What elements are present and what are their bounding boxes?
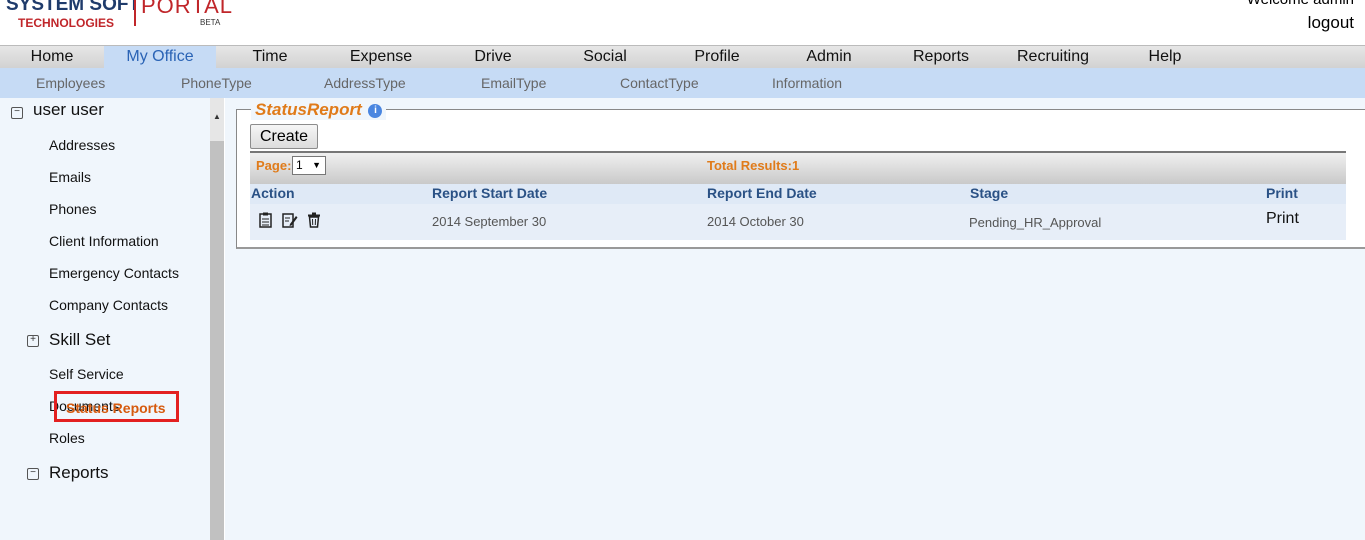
pager-bar: Page: 1 ▼ Total Results:1	[250, 151, 1346, 184]
sidebar-item-company-contacts[interactable]: Company Contacts	[49, 297, 168, 313]
nav-admin[interactable]: Admin	[772, 46, 886, 68]
sidebar-item-self-service[interactable]: Self Service	[49, 366, 124, 382]
col-action: Action	[251, 185, 295, 201]
subnav-emailtype[interactable]: EmailType	[481, 68, 546, 98]
main-nav: Home My Office Time Expense Drive Social…	[0, 45, 1365, 68]
sidebar-item-emergency-contacts[interactable]: Emergency Contacts	[49, 265, 179, 281]
sidebar-item-skill-set[interactable]: Skill Set	[49, 330, 110, 350]
panel-legend: StatusReport i	[251, 100, 387, 120]
sidebar-item-reports[interactable]: Reports	[49, 463, 109, 483]
nav-reports[interactable]: Reports	[886, 46, 996, 68]
nav-drive[interactable]: Drive	[438, 46, 548, 68]
page-label: Page:	[256, 158, 292, 173]
expand-icon[interactable]: +	[27, 335, 39, 347]
table-row: 2014 September 30 2014 October 30 Pendin…	[250, 204, 1346, 240]
sidebar-root-user[interactable]: user user	[33, 100, 104, 120]
total-results: Total Results:1	[707, 158, 800, 173]
info-icon[interactable]: i	[368, 104, 383, 118]
scroll-thumb[interactable]	[210, 141, 224, 540]
subnav-information[interactable]: Information	[772, 68, 842, 98]
sidebar-item-status-reports[interactable]: Status Reports	[66, 400, 166, 416]
nav-social[interactable]: Social	[548, 46, 662, 68]
scroll-up-arrow-icon[interactable]: ▲	[210, 110, 224, 124]
col-print: Print	[1266, 185, 1298, 201]
logout-link[interactable]: logout	[1308, 13, 1354, 33]
col-stage[interactable]: Stage	[970, 185, 1008, 201]
cell-start-date: 2014 September 30	[432, 214, 547, 229]
subnav-contacttype[interactable]: ContactType	[620, 68, 699, 98]
logo-divider	[134, 0, 136, 26]
subnav-addresstype[interactable]: AddressType	[324, 68, 406, 98]
nav-profile[interactable]: Profile	[662, 46, 772, 68]
nav-time[interactable]: Time	[216, 46, 324, 68]
cell-end-date: 2014 October 30	[707, 214, 804, 229]
print-link[interactable]: Print	[1266, 210, 1299, 228]
nav-my-office[interactable]: My Office	[104, 46, 216, 68]
create-button[interactable]: Create	[250, 124, 318, 149]
welcome-text: Welcome admin	[1247, 0, 1354, 8]
sidebar-item-addresses[interactable]: Addresses	[49, 137, 115, 153]
collapse-icon[interactable]: −	[27, 468, 39, 480]
subnav-phonetype[interactable]: PhoneType	[181, 68, 252, 98]
sidebar-item-client-information[interactable]: Client Information	[49, 233, 159, 249]
sidebar-scrollbar[interactable]: ▲	[210, 98, 224, 540]
chevron-down-icon: ▼	[312, 160, 321, 170]
nav-home[interactable]: Home	[0, 46, 104, 68]
nav-recruiting[interactable]: Recruiting	[996, 46, 1110, 68]
sidebar-item-emails[interactable]: Emails	[49, 169, 91, 185]
page-select[interactable]: 1 ▼	[292, 156, 326, 175]
sidebar-item-roles[interactable]: Roles	[49, 430, 85, 446]
collapse-icon[interactable]: −	[11, 107, 23, 119]
logo-portal: PORTAL	[141, 0, 233, 18]
table-header: Action Report Start Date Report End Date…	[250, 184, 1346, 204]
subnav-employees[interactable]: Employees	[36, 68, 105, 98]
col-report-start-date[interactable]: Report Start Date	[432, 185, 547, 201]
nav-expense[interactable]: Expense	[324, 46, 438, 68]
sidebar-item-phones[interactable]: Phones	[49, 201, 96, 217]
sidebar: − user user Addresses Emails Phones Clie…	[0, 98, 210, 540]
edit-icon[interactable]	[282, 212, 298, 229]
logo-subtitle: TECHNOLOGIES	[18, 16, 115, 30]
logo-beta: BETA	[200, 18, 221, 27]
sub-nav: Employees PhoneType AddressType EmailTyp…	[0, 68, 1365, 98]
delete-icon[interactable]	[307, 212, 322, 229]
logo-name: SYSTEM SOFT	[6, 0, 141, 15]
cell-stage: Pending_HR_Approval	[969, 215, 1102, 230]
page-select-value: 1	[296, 158, 303, 172]
panel-title: StatusReport	[255, 100, 362, 119]
nav-help[interactable]: Help	[1110, 46, 1220, 68]
col-report-end-date[interactable]: Report End Date	[707, 185, 817, 201]
view-icon[interactable]	[259, 212, 274, 229]
